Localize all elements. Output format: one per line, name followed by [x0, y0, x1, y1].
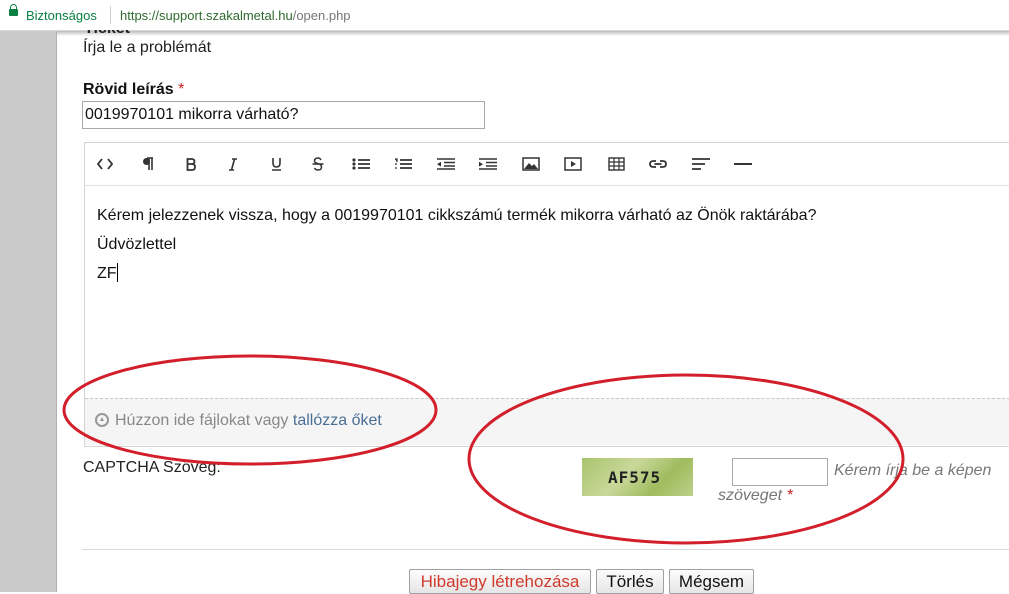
message-line: Üdvözlettel — [97, 236, 177, 253]
captcha-input[interactable] — [732, 458, 828, 486]
indent-icon[interactable] — [477, 153, 499, 175]
captcha-required-mark: * — [786, 487, 793, 504]
message-line: Kérem jelezzenek vissza, hogy a 00199701… — [97, 207, 817, 224]
cancel-button[interactable]: Mégsem — [669, 569, 754, 594]
url-path: /open.php — [292, 8, 351, 23]
bold-icon[interactable] — [180, 153, 202, 175]
ordered-list-icon[interactable] — [392, 153, 414, 175]
browser-address-bar[interactable]: Biztonságos https://support.szakalmetal.… — [0, 0, 1009, 31]
unordered-list-icon[interactable] — [350, 153, 372, 175]
url-host: https://support.szakalmetal.hu — [120, 8, 293, 23]
section-heading-cut: Ticket — [84, 30, 214, 36]
horizontal-rule-icon[interactable] — [732, 153, 754, 175]
editor-toolbar — [85, 143, 1009, 186]
dropzone-text: Húzzon ide fájlokat vagy tallózza őket — [115, 412, 382, 429]
captcha-label: CAPTCHA Szöveg: — [83, 459, 221, 476]
align-icon[interactable] — [690, 153, 712, 175]
url-text[interactable]: https://support.szakalmetal.hu/open.php — [120, 8, 351, 23]
browse-files-link[interactable]: tallózza őket — [293, 412, 382, 429]
code-icon[interactable] — [94, 153, 116, 175]
message-line: ZF — [97, 263, 118, 282]
table-icon[interactable] — [605, 153, 627, 175]
secure-label: Biztonságos — [26, 8, 97, 23]
upload-icon — [95, 413, 109, 427]
lock-icon — [9, 4, 18, 16]
strikethrough-icon[interactable] — [307, 153, 329, 175]
captcha-image: AF575 — [582, 458, 693, 496]
summary-input[interactable] — [82, 101, 485, 129]
captcha-hint-continued: szöveget * — [718, 487, 793, 504]
required-mark: * — [178, 81, 185, 98]
image-icon[interactable] — [520, 153, 542, 175]
summary-label: Rövid leírás * — [83, 81, 185, 98]
captcha-code: AF575 — [608, 468, 662, 487]
outdent-icon[interactable] — [435, 153, 457, 175]
link-icon[interactable] — [647, 153, 669, 175]
italic-icon[interactable] — [222, 153, 244, 175]
create-ticket-button[interactable]: Hibajegy létrehozása — [409, 569, 591, 594]
reset-button[interactable]: Törlés — [596, 569, 664, 594]
form-divider — [82, 549, 1009, 550]
message-editor[interactable]: Kérem jelezzenek vissza, hogy a 00199701… — [84, 142, 1009, 447]
text-caret — [116, 263, 118, 282]
underline-icon[interactable] — [265, 153, 287, 175]
paragraph-icon[interactable] — [137, 153, 159, 175]
section-subtitle: Írja le a problémát — [83, 39, 212, 56]
address-separator — [110, 6, 111, 24]
left-gutter — [0, 31, 57, 592]
video-icon[interactable] — [562, 153, 584, 175]
captcha-hint: Kérem írja be a képen — [834, 462, 992, 479]
editor-content[interactable]: Kérem jelezzenek vissza, hogy a 00199701… — [97, 201, 816, 288]
file-dropzone[interactable]: Húzzon ide fájlokat vagy tallózza őket — [85, 398, 1009, 445]
